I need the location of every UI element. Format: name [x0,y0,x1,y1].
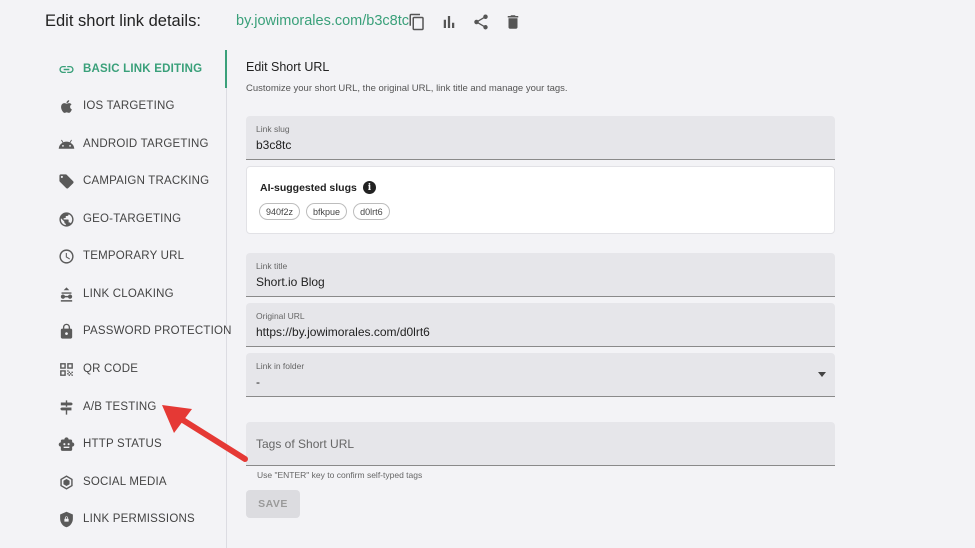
globe-icon [57,210,75,228]
save-button[interactable]: SAVE [246,490,300,518]
section-description: Customize your short URL, the original U… [246,83,568,94]
sidebar-item-label: ANDROID TARGETING [83,138,209,150]
link-icon [57,60,75,78]
share-icon[interactable] [468,10,494,34]
sidebar-item-basic-link-editing[interactable]: BASIC LINK EDITING [57,57,202,81]
section-title: Edit Short URL [246,60,330,74]
slug-chip[interactable]: bfkpue [306,203,348,220]
tags-helper-text: Use "ENTER" key to confirm self-typed ta… [257,470,423,480]
link-title-value[interactable]: Short.io Blog [256,275,796,289]
sidebar-item-label: LINK PERMISSIONS [83,513,195,525]
signpost-icon [57,398,75,416]
link-title-field[interactable]: Link title Short.io Blog [246,253,835,297]
copy-icon[interactable] [404,10,430,34]
link-in-folder-select[interactable]: Link in folder - [246,353,835,397]
original-url-value[interactable]: https://by.jowimorales.com/d0lrt6 [256,325,796,339]
folder-value[interactable]: - [256,375,796,389]
tag-icon [57,172,75,190]
field-label: Link slug [256,124,290,134]
sidebar-item-link-permissions[interactable]: LINK PERMISSIONS [57,507,195,531]
slug-chip[interactable]: 940f2z [259,203,301,220]
link-slug-field[interactable]: Link slug b3c8tc [246,116,835,160]
sidebar-item-label: IOS TARGETING [83,100,175,112]
sidebar-item-label: A/B TESTING [83,401,157,413]
spy-icon [57,285,75,303]
sidebar-item-label: GEO-TARGETING [83,213,182,225]
sidebar-item-label: BASIC LINK EDITING [83,63,203,75]
ai-suggested-slugs-title: AI-suggested slugs [260,182,357,194]
sidebar-item-ab-testing[interactable]: A/B TESTING [57,395,157,419]
sidebar-item-qr-code[interactable]: QR CODE [57,357,138,381]
sidebar-item-label: SOCIAL MEDIA [83,476,167,488]
sidebar-item-label: QR CODE [83,363,139,375]
sidebar-item-label: LINK CLOAKING [83,288,174,300]
field-label: Link title [256,261,288,271]
slug-chips: 940f2z bfkpue d0lrt6 [259,203,390,220]
clock-icon [57,247,75,265]
delete-icon[interactable] [500,10,526,34]
sidebar-item-label: TEMPORARY URL [83,250,185,262]
header-actions [404,10,526,34]
qr-code-icon [57,360,75,378]
sidebar-item-geo-targeting[interactable]: GEO-TARGETING [57,207,181,231]
tags-input[interactable]: Tags of Short URL [246,422,835,466]
chevron-down-icon[interactable] [818,372,826,377]
ai-suggested-slugs-panel: AI-suggested slugs i 940f2z bfkpue d0lrt… [246,166,835,234]
sidebar-item-ios-targeting[interactable]: IOS TARGETING [57,94,175,118]
tags-placeholder: Tags of Short URL [256,437,355,451]
sidebar-item-temporary-url[interactable]: TEMPORARY URL [57,244,184,268]
sidebar-item-label: PASSWORD PROTECTION [83,325,232,337]
link-slug-value[interactable]: b3c8tc [256,138,796,152]
sidebar-item-label: CAMPAIGN TRACKING [83,175,210,187]
short-link[interactable]: by.jowimorales.com/b3c8tc [236,13,409,29]
sidebar-item-social-media[interactable]: SOCIAL MEDIA [57,470,167,494]
shield-lock-icon [57,510,75,528]
sidebar-item-campaign-tracking[interactable]: CAMPAIGN TRACKING [57,169,209,193]
field-label: Original URL [256,311,305,321]
page-title: Edit short link details: [45,12,201,30]
annotation-arrow [162,405,248,462]
sidebar-item-http-status[interactable]: HTTP STATUS [57,432,162,456]
robot-icon [57,435,75,453]
lock-icon [57,322,75,340]
apple-icon [57,97,75,115]
original-url-field[interactable]: Original URL https://by.jowimorales.com/… [246,303,835,347]
sidebar-item-link-cloaking[interactable]: LINK CLOAKING [57,282,174,306]
info-icon[interactable]: i [363,181,376,194]
slug-chip[interactable]: d0lrt6 [353,203,390,220]
stats-icon[interactable] [436,10,462,34]
social-icon [57,473,75,491]
field-label: Link in folder [256,361,305,371]
sidebar-item-android-targeting[interactable]: ANDROID TARGETING [57,132,209,156]
android-icon [57,135,75,153]
sidebar-item-password-protection[interactable]: PASSWORD PROTECTION [57,319,232,343]
header: Edit short link details: by.jowimorales.… [0,0,975,44]
